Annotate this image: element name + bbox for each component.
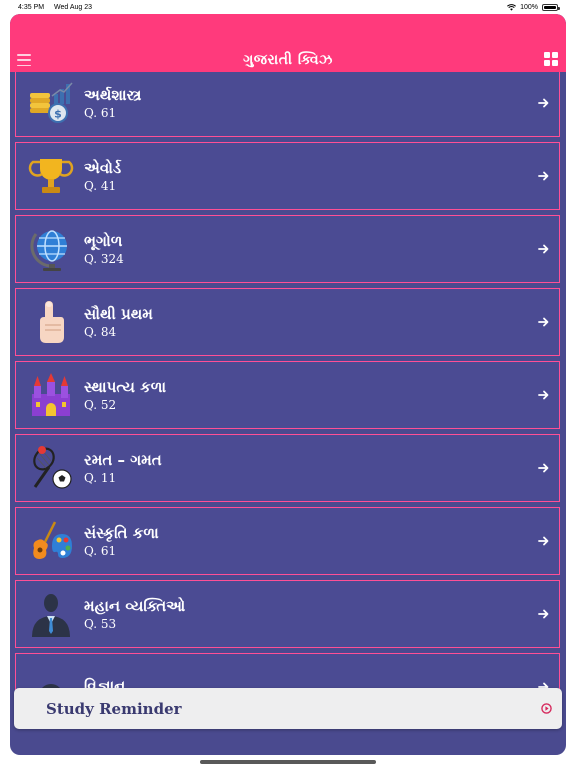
category-item[interactable]: ભૂગોળ Q. 324 bbox=[15, 215, 560, 283]
guitar-palette-icon bbox=[28, 518, 74, 564]
question-count: Q. 324 bbox=[84, 251, 124, 266]
category-title: અર્થશાસ્ત્ર bbox=[84, 85, 142, 104]
person-icon bbox=[28, 591, 74, 637]
study-reminder-label: Study Reminder bbox=[46, 699, 182, 718]
category-title: ભૂગોળ bbox=[84, 231, 123, 250]
chevron-right-icon[interactable] bbox=[537, 607, 551, 621]
grid-view-icon[interactable] bbox=[544, 52, 558, 66]
question-count: Q. 53 bbox=[84, 616, 117, 631]
castle-icon bbox=[28, 372, 74, 418]
status-date: Wed Aug 23 bbox=[54, 3, 93, 11]
question-count: Q. 61 bbox=[84, 105, 117, 120]
category-item[interactable]: $ અર્થશાસ્ત્ર Q. 61 bbox=[15, 72, 560, 137]
app-window: ગુજરાતી ક્વિઝ $ અર્થશાસ્ત્ર Q. 61 એવોર્ડ… bbox=[10, 14, 566, 755]
pointing-finger-icon bbox=[28, 299, 74, 345]
page-title: ગુજરાતી ક્વિઝ bbox=[243, 52, 333, 68]
chevron-right-icon[interactable] bbox=[537, 534, 551, 548]
status-bar: 4:35 PM Wed Aug 23 100% bbox=[0, 0, 576, 14]
category-item[interactable]: સંસ્કૃતિ કળા Q. 61 bbox=[15, 507, 560, 575]
chevron-right-icon[interactable] bbox=[537, 461, 551, 475]
wifi-icon bbox=[507, 3, 517, 11]
chevron-right-icon[interactable] bbox=[537, 388, 551, 402]
question-count: Q. 41 bbox=[84, 178, 117, 193]
category-title: રમત – ગમત bbox=[84, 450, 162, 469]
category-item[interactable]: રમત – ગમત Q. 11 bbox=[15, 434, 560, 502]
trophy-icon bbox=[28, 153, 74, 199]
category-title: સંસ્કૃતિ કળા bbox=[84, 523, 159, 542]
category-title: સ્થાપત્ય કળા bbox=[84, 377, 167, 396]
home-indicator[interactable] bbox=[200, 760, 376, 764]
category-list[interactable]: $ અર્થશાસ્ત્ર Q. 61 એવોર્ડ Q. 41 ભૂગોળ Q… bbox=[10, 72, 566, 755]
question-count: Q. 11 bbox=[84, 470, 117, 485]
category-item[interactable]: સૌથી પ્રથમ Q. 84 bbox=[15, 288, 560, 356]
chevron-right-icon[interactable] bbox=[537, 315, 551, 329]
study-reminder-button[interactable]: Study Reminder bbox=[14, 688, 562, 729]
question-count: Q. 52 bbox=[84, 397, 117, 412]
category-title: મહાન વ્યક્તિઓ bbox=[84, 596, 186, 615]
chevron-right-icon[interactable] bbox=[537, 169, 551, 183]
category-title: સૌથી પ્રથમ bbox=[84, 304, 153, 323]
battery-icon bbox=[542, 3, 560, 11]
svg-text:$: $ bbox=[54, 108, 62, 121]
status-time: 4:35 PM bbox=[18, 3, 45, 11]
category-item[interactable]: એવોર્ડ Q. 41 bbox=[15, 142, 560, 210]
chevron-right-icon[interactable] bbox=[537, 96, 551, 110]
play-circle-icon bbox=[541, 703, 552, 714]
coins-icon: $ bbox=[28, 80, 74, 126]
sports-icon bbox=[28, 445, 74, 491]
app-header: ગુજરાતી ક્વિઝ bbox=[10, 14, 566, 72]
question-count: Q. 84 bbox=[84, 324, 117, 339]
globe-icon bbox=[28, 226, 74, 272]
question-count: Q. 61 bbox=[84, 543, 117, 558]
category-item[interactable]: મહાન વ્યક્તિઓ Q. 53 bbox=[15, 580, 560, 648]
battery-percent: 100% bbox=[520, 3, 538, 11]
category-item[interactable]: સ્થાપત્ય કળા Q. 52 bbox=[15, 361, 560, 429]
chevron-right-icon[interactable] bbox=[537, 242, 551, 256]
category-title: એવોર્ડ bbox=[84, 158, 122, 177]
